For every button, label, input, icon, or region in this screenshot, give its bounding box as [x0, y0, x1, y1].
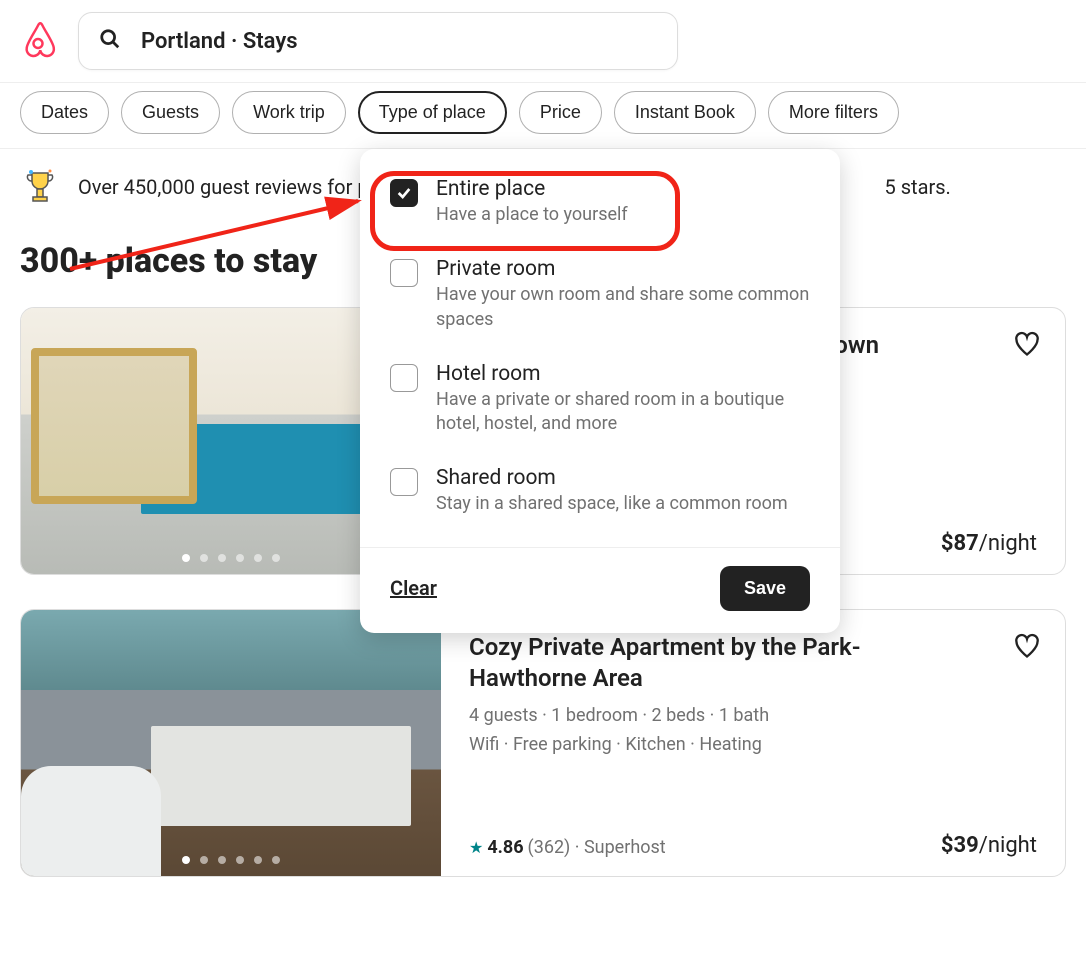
- place-type-option[interactable]: Hotel roomHave a private or shared room …: [390, 362, 810, 437]
- heart-icon[interactable]: [1013, 330, 1041, 362]
- listing-title: Cozy Private Apartment by the Park-Hawth…: [469, 632, 969, 694]
- option-subtitle: Have a place to yourself: [436, 203, 628, 227]
- listing-meta-guests: 4 guests · 1 bedroom · 2 beds · 1 bath: [469, 702, 1037, 731]
- checkbox[interactable]: [390, 468, 418, 496]
- checkbox[interactable]: [390, 364, 418, 392]
- place-type-option[interactable]: Shared roomStay in a shared space, like …: [390, 466, 810, 516]
- option-subtitle: Have your own room and share some common…: [436, 283, 810, 332]
- search-text: Portland · Stays: [141, 29, 298, 54]
- banner-text-right: 5 stars.: [885, 175, 951, 199]
- checkbox[interactable]: [390, 259, 418, 287]
- filter-pill-work-trip[interactable]: Work trip: [232, 91, 346, 134]
- type-of-place-dropdown: Entire placeHave a place to yourself Priv…: [360, 149, 840, 633]
- option-subtitle: Stay in a shared space, like a common ro…: [436, 492, 788, 516]
- filter-pill-type-of-place[interactable]: Type of place: [358, 91, 507, 134]
- filter-pill-guests[interactable]: Guests: [121, 91, 220, 134]
- option-title: Shared room: [436, 466, 788, 490]
- filter-row: Dates Guests Work trip Type of place Price In…: [0, 82, 1086, 149]
- search-icon: [99, 28, 121, 55]
- option-title: Private room: [436, 257, 810, 281]
- place-type-option[interactable]: Private roomHave your own room and share…: [390, 257, 810, 332]
- filter-pill-dates[interactable]: Dates: [20, 91, 109, 134]
- listing-meta-amenities: Wifi · Free parking · Kitchen · Heating: [469, 731, 1037, 760]
- photo-pagination-dots: [182, 554, 280, 562]
- listing-card[interactable]: Cozy Private Apartment by the Park-Hawth…: [20, 609, 1066, 877]
- listing-price: $87/night: [941, 531, 1037, 556]
- filter-pill-price[interactable]: Price: [519, 91, 602, 134]
- filter-pill-more-filters[interactable]: More filters: [768, 91, 899, 134]
- heart-icon[interactable]: [1013, 632, 1041, 664]
- option-title: Entire place: [436, 177, 628, 201]
- airbnb-logo[interactable]: [20, 19, 56, 63]
- listing-photo[interactable]: [21, 610, 441, 876]
- option-title: Hotel room: [436, 362, 810, 386]
- filter-pill-instant-book[interactable]: Instant Book: [614, 91, 756, 134]
- search-bar[interactable]: Portland · Stays: [78, 12, 678, 70]
- save-button[interactable]: Save: [720, 566, 810, 611]
- trophy-icon: [20, 167, 60, 207]
- place-type-option[interactable]: Entire placeHave a place to yourself: [390, 177, 810, 227]
- clear-button[interactable]: Clear: [390, 576, 437, 600]
- banner-text-left: Over 450,000 guest reviews for p: [78, 175, 369, 199]
- listing-price: $39/night: [941, 833, 1037, 858]
- option-subtitle: Have a private or shared room in a bouti…: [436, 388, 810, 437]
- star-icon: ★: [469, 838, 483, 857]
- listing-rating: ★ 4.86 (362) · Superhost: [469, 837, 666, 858]
- checkbox[interactable]: [390, 179, 418, 207]
- photo-pagination-dots: [182, 856, 280, 864]
